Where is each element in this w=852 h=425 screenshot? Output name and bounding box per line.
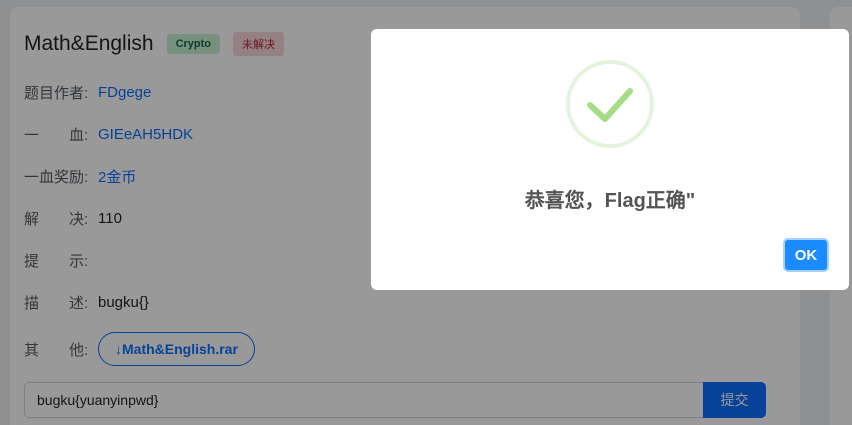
success-dialog: 恭喜您，Flag正确" OK [371,29,849,290]
ok-button[interactable]: OK [783,238,829,272]
dialog-message: 恭喜您，Flag正确" [524,190,696,212]
success-check-icon [566,60,654,148]
